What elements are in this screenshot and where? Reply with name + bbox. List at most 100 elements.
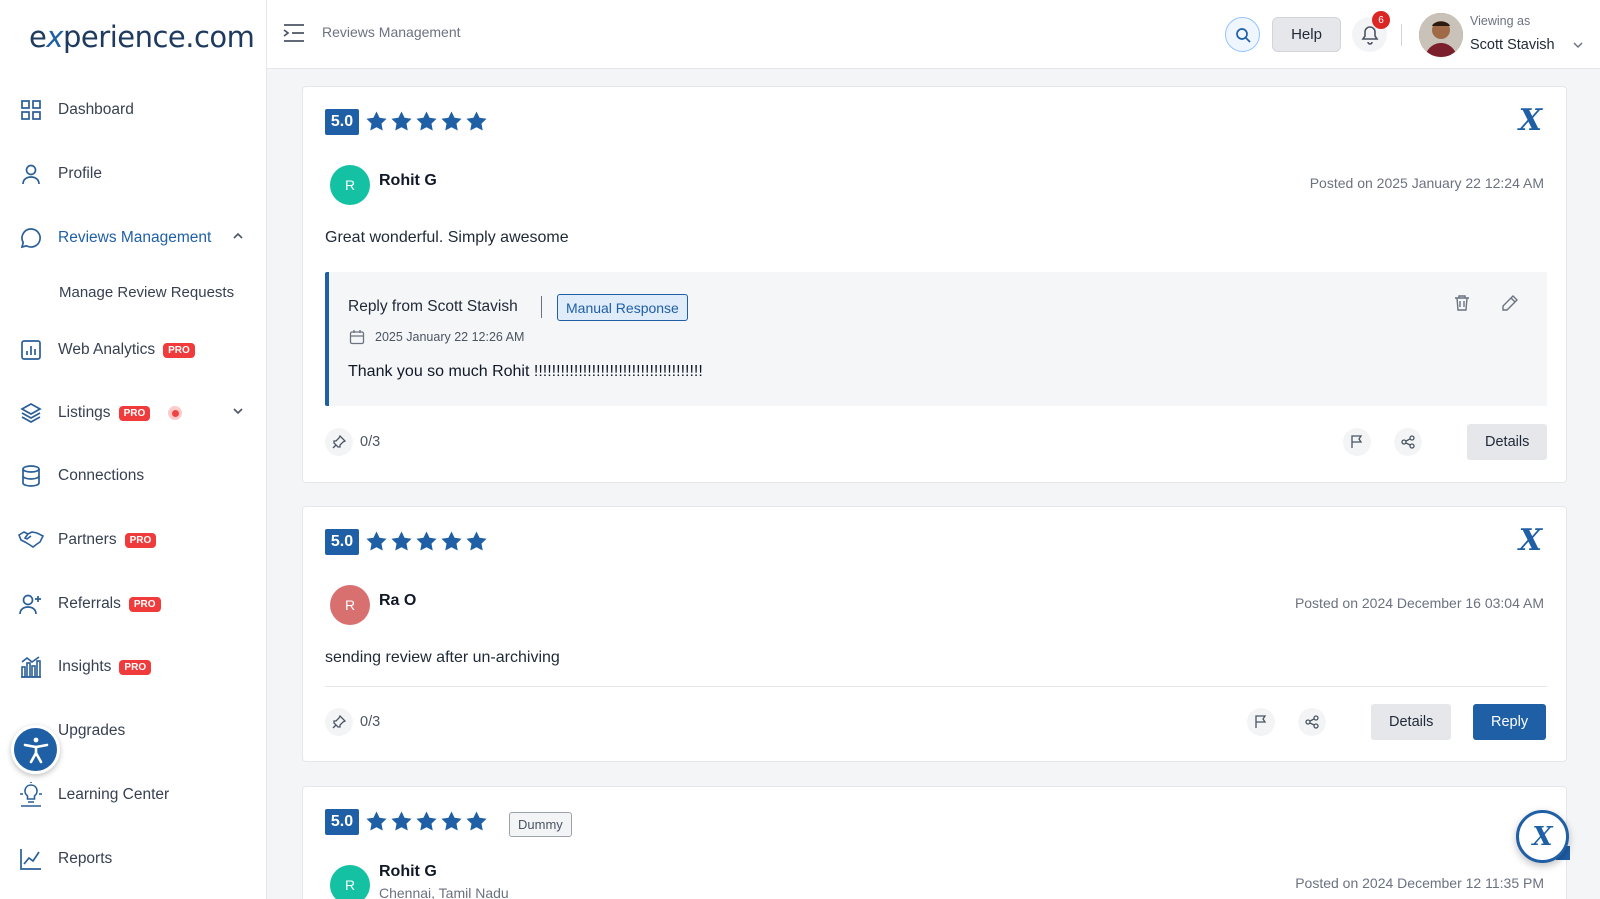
sidebar-item-profile[interactable]: Profile	[18, 154, 250, 194]
sidebar-item-label: Upgrades	[58, 722, 126, 739]
sidebar-item-label: Partners	[58, 531, 117, 548]
help-button[interactable]: Help	[1272, 17, 1341, 52]
sidebar-item-dashboard[interactable]: Dashboard	[18, 90, 250, 130]
star-icon	[441, 111, 462, 131]
star-rating	[365, 810, 488, 833]
viewing-as-label: Viewing as	[1470, 14, 1531, 28]
review-card: 5.0 X R Ra O Posted on 2024 December 16 …	[302, 506, 1567, 762]
alert-dot-icon	[168, 406, 183, 420]
reviewer-avatar: R	[330, 585, 370, 625]
reply-author: Reply from Scott Stavish	[348, 298, 518, 315]
sidebar-item-label: Listings	[58, 404, 111, 421]
share-button[interactable]	[1298, 708, 1326, 736]
chevron-down-icon[interactable]	[232, 404, 244, 422]
sidebar-item-label: Connections	[58, 467, 145, 484]
review-actions: 0/3 Details Reply	[325, 704, 1547, 740]
details-button[interactable]: Details	[1371, 704, 1452, 740]
accessibility-button[interactable]	[11, 725, 60, 774]
star-icon	[441, 531, 462, 551]
sidebar-item-label: Reviews Management	[58, 229, 212, 246]
dummy-tag: Dummy	[509, 812, 572, 837]
sidebar-item-label: Reports	[58, 850, 113, 867]
sidebar-item-partners[interactable]: Partners PRO	[18, 520, 250, 560]
reviewer-avatar: R	[330, 165, 370, 205]
sidebar-item-reviews-management[interactable]: Reviews Management	[18, 218, 250, 258]
star-icon	[391, 111, 412, 131]
sidebar-item-reports[interactable]: Reports	[18, 839, 250, 879]
flag-icon	[1351, 435, 1363, 448]
delete-reply-icon[interactable]	[1453, 294, 1471, 317]
experience-logo[interactable]: experience.com	[29, 20, 255, 54]
chat-widget-button[interactable]: X	[1516, 810, 1569, 863]
reply-message: Thank you so much Rohit !!!!!!!!!!!!!!!!…	[348, 363, 703, 380]
star-icon	[466, 531, 487, 551]
details-button[interactable]: Details	[1467, 424, 1548, 460]
pro-badge: PRO	[128, 596, 161, 612]
header-divider	[1401, 24, 1402, 46]
pro-badge: PRO	[119, 659, 152, 675]
star-rating	[365, 110, 488, 133]
bar-chart-icon	[18, 337, 44, 363]
posted-date: Posted on 2025 January 22 12:24 AM	[1309, 175, 1544, 191]
experience-source-icon: X	[1518, 103, 1542, 138]
calendar-icon	[349, 329, 365, 350]
posted-date: Posted on 2024 December 12 11:35 PM	[1295, 875, 1544, 891]
menu-toggle-icon[interactable]	[283, 23, 305, 48]
sidebar-item-label: Profile	[58, 165, 102, 182]
share-icon	[1401, 435, 1415, 449]
pro-badge: PRO	[118, 405, 151, 421]
accessibility-icon	[23, 737, 48, 763]
sidebar-item-connections[interactable]: Connections	[18, 456, 250, 496]
sidebar-subitem-manage-review-requests[interactable]: Manage Review Requests	[59, 284, 234, 301]
share-button[interactable]	[1394, 428, 1422, 456]
reply-box: Reply from Scott Stavish Manual Response…	[325, 272, 1547, 406]
star-icon	[441, 811, 462, 831]
sidebar-item-learning-center[interactable]: Learning Center	[18, 775, 250, 815]
sidebar-item-insights[interactable]: Insights PRO	[18, 647, 250, 687]
database-icon	[18, 463, 44, 489]
rating-score: 5.0	[325, 809, 359, 835]
rating-score: 5.0	[325, 109, 359, 135]
review-actions: 0/3 Details	[325, 424, 1548, 460]
sidebar: experience.com Dashboard Profile Reviews…	[0, 0, 267, 899]
pin-icon[interactable]	[325, 428, 353, 456]
review-card: 5.0 Dummy R Rohit G Chennai, Tamil Nadu …	[302, 786, 1567, 899]
reply-date: 2025 January 22 12:26 AM	[375, 330, 525, 344]
review-text: sending review after un-archiving	[325, 649, 560, 666]
reply-button[interactable]: Reply	[1473, 704, 1547, 740]
reviewer-avatar: R	[330, 865, 370, 899]
chat-icon	[18, 225, 44, 251]
line-chart-icon	[18, 846, 44, 872]
user-avatar[interactable]	[1419, 13, 1463, 57]
star-icon	[366, 111, 387, 131]
sidebar-item-label: Learning Center	[58, 786, 170, 803]
search-icon	[1235, 27, 1251, 43]
handshake-icon	[18, 527, 44, 553]
flag-button[interactable]	[1247, 708, 1275, 736]
pin-icon[interactable]	[325, 708, 353, 736]
chevron-up-icon[interactable]	[232, 229, 244, 247]
flag-button[interactable]	[1343, 428, 1371, 456]
grid-icon	[18, 97, 44, 123]
user-name[interactable]: Scott Stavish	[1470, 37, 1555, 53]
sidebar-item-listings[interactable]: Listings PRO	[18, 393, 250, 433]
pin-count: 0/3	[360, 434, 381, 450]
reply-separator	[541, 296, 542, 318]
review-card: 5.0 X R Rohit G Posted on 2025 January 2…	[302, 86, 1567, 483]
share-icon	[1305, 715, 1319, 729]
lightbulb-icon	[18, 782, 44, 808]
flag-icon	[1255, 715, 1267, 728]
star-icon	[416, 811, 437, 831]
edit-reply-icon[interactable]	[1501, 294, 1519, 317]
chevron-down-icon[interactable]	[1572, 38, 1584, 56]
star-icon	[416, 111, 437, 131]
star-icon	[466, 811, 487, 831]
star-rating	[365, 530, 488, 553]
top-header: Reviews Management Help 6 Viewing as Sco…	[267, 0, 1600, 69]
sidebar-item-label: Dashboard	[58, 101, 134, 118]
experience-source-icon: X	[1518, 523, 1542, 558]
sidebar-item-web-analytics[interactable]: Web Analytics PRO	[18, 330, 250, 370]
search-button[interactable]	[1225, 17, 1260, 52]
star-icon	[366, 531, 387, 551]
sidebar-item-referrals[interactable]: Referrals PRO	[18, 584, 250, 624]
